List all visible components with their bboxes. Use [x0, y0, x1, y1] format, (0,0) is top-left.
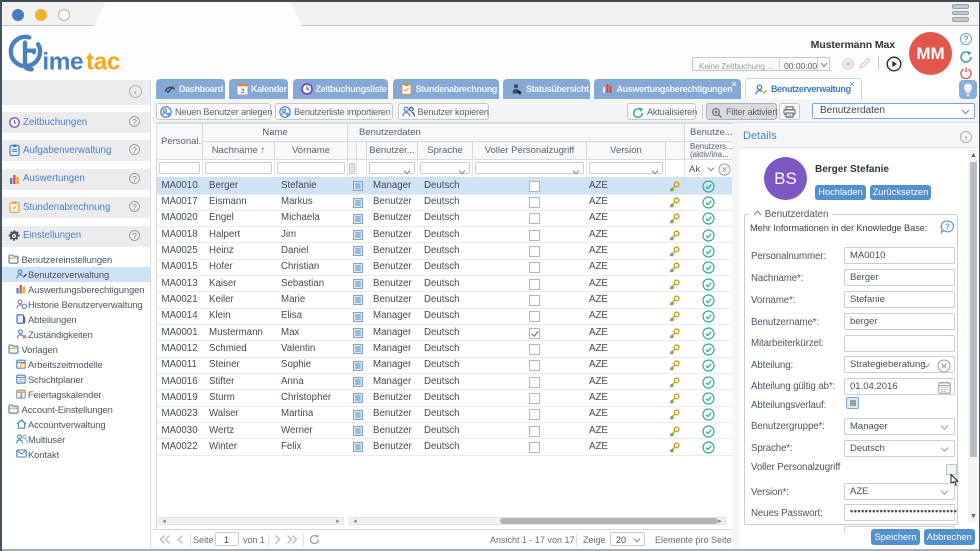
svg-text:3: 3	[20, 393, 23, 398]
svg-text:ime: ime	[42, 49, 83, 75]
svg-text:tac: tac	[86, 49, 120, 75]
svg-text:?: ?	[945, 223, 950, 232]
